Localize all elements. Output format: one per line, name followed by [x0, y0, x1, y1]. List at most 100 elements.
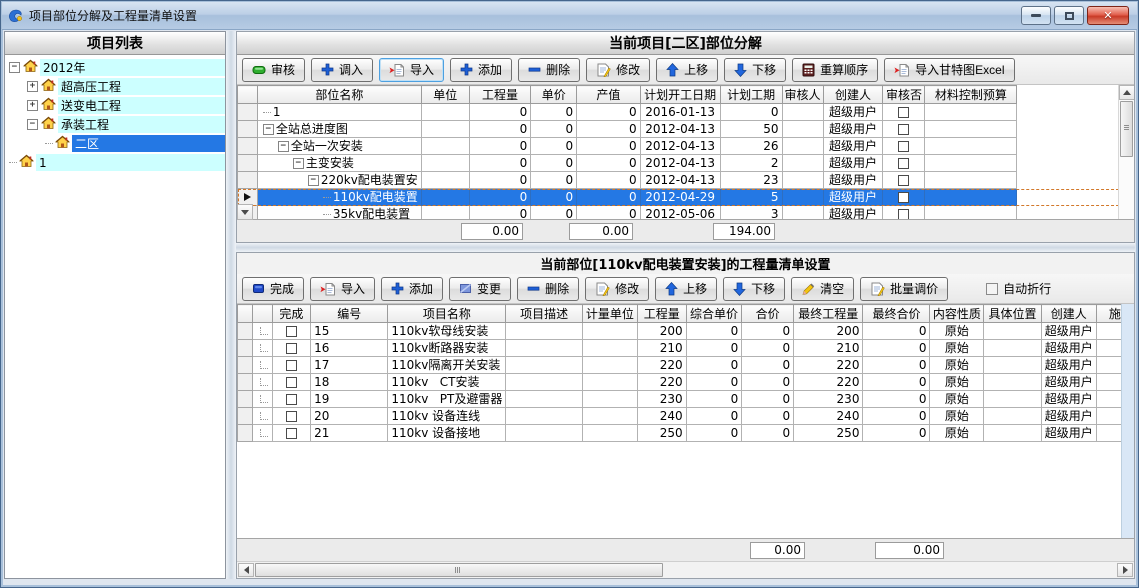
- cell-nature[interactable]: 原始: [930, 408, 984, 425]
- row-selector[interactable]: [238, 425, 253, 442]
- cell-audited[interactable]: [883, 172, 925, 189]
- cell-price[interactable]: 0: [531, 121, 577, 138]
- cell-part-name[interactable]: −主变安装: [257, 155, 421, 172]
- row-selector[interactable]: [238, 323, 253, 340]
- row-selector[interactable]: [238, 357, 253, 374]
- audit-checkbox[interactable]: [898, 124, 909, 135]
- cell-output[interactable]: 0: [577, 189, 641, 206]
- import-button[interactable]: 导入: [379, 58, 444, 82]
- cell-creator[interactable]: 超级用户: [823, 138, 883, 155]
- cell-nature[interactable]: 原始: [930, 323, 984, 340]
- cell-qty[interactable]: 220: [637, 374, 686, 391]
- cell-no[interactable]: 18: [311, 374, 388, 391]
- cell-done[interactable]: [272, 323, 311, 340]
- cell-price[interactable]: 0: [531, 155, 577, 172]
- cell-output[interactable]: 0: [577, 121, 641, 138]
- cell-part-name[interactable]: −220kv配电装置安: [257, 172, 421, 189]
- autowrap-checkbox[interactable]: [986, 283, 998, 295]
- audit-checkbox[interactable]: [898, 192, 909, 203]
- cell-creator[interactable]: 超级用户: [823, 206, 883, 220]
- table-row[interactable]: 16110kv断路器安装210002100原始超级用户: [238, 340, 1134, 357]
- cell-material-budget[interactable]: [925, 121, 1017, 138]
- cell-done[interactable]: [272, 374, 311, 391]
- table-row[interactable]: 18110kv CT安装220002200原始超级用户: [238, 374, 1134, 391]
- scroll-up-button[interactable]: [1119, 85, 1134, 100]
- expand-toggle[interactable]: −: [293, 158, 304, 169]
- cell-qty[interactable]: 200: [637, 323, 686, 340]
- tree-item-送变电工程[interactable]: +送变电工程: [5, 96, 225, 115]
- cell-duration[interactable]: 23: [720, 172, 782, 189]
- audit-button[interactable]: 审核: [242, 58, 305, 82]
- tree-item-1[interactable]: 1: [5, 153, 225, 172]
- cell-start-date[interactable]: 2016-01-13: [640, 104, 720, 121]
- cell-duration[interactable]: 26: [720, 138, 782, 155]
- cell-done[interactable]: [272, 425, 311, 442]
- cell-unit-price[interactable]: 0: [686, 357, 742, 374]
- cell-creator[interactable]: 超级用户: [1041, 357, 1096, 374]
- cell-no[interactable]: 17: [311, 357, 388, 374]
- cell-unit[interactable]: [421, 189, 469, 206]
- cell-qty[interactable]: 0: [469, 138, 531, 155]
- cell-unit[interactable]: [421, 172, 469, 189]
- cell-total[interactable]: 0: [742, 340, 794, 357]
- cell-project-name[interactable]: 110kv 设备接地: [388, 425, 506, 442]
- cell-qty[interactable]: 210: [637, 340, 686, 357]
- cell-unit[interactable]: [583, 357, 638, 374]
- cell-auditor[interactable]: [782, 189, 823, 206]
- cell-total[interactable]: 0: [742, 357, 794, 374]
- table-row[interactable]: 35kv配电装置0002012-05-063超级用户: [238, 206, 1134, 220]
- cell-unit[interactable]: [583, 340, 638, 357]
- cell-total[interactable]: 0: [742, 374, 794, 391]
- cell-location[interactable]: [984, 374, 1041, 391]
- cell-duration[interactable]: 3: [720, 206, 782, 220]
- expand-toggle[interactable]: −: [9, 62, 20, 73]
- scroll-left-button[interactable]: [238, 563, 254, 577]
- cell-audited[interactable]: [883, 104, 925, 121]
- scroll-right-button[interactable]: [1117, 563, 1133, 577]
- cell-nature[interactable]: 原始: [930, 374, 984, 391]
- table-row[interactable]: −全站一次安装0002012-04-1326超级用户: [238, 138, 1134, 155]
- modify-button[interactable]: 修改: [586, 58, 650, 82]
- cell-part-name[interactable]: 1: [257, 104, 421, 121]
- table-row[interactable]: 15110kv软母线安装200002000原始超级用户: [238, 323, 1134, 340]
- cell-part-name[interactable]: −全站一次安装: [257, 138, 421, 155]
- cell-output[interactable]: 0: [577, 206, 641, 220]
- cell-creator[interactable]: 超级用户: [1041, 408, 1096, 425]
- cell-final-qty[interactable]: 210: [794, 340, 863, 357]
- cell-qty[interactable]: 0: [469, 189, 531, 206]
- cell-qty[interactable]: 220: [637, 357, 686, 374]
- cell-start-date[interactable]: 2012-04-13: [640, 121, 720, 138]
- maximize-button[interactable]: [1054, 6, 1084, 25]
- cell-total[interactable]: 0: [742, 323, 794, 340]
- cell-final-qty[interactable]: 220: [794, 357, 863, 374]
- tree-item-承装工程[interactable]: −承装工程: [5, 115, 225, 134]
- cell-final-total[interactable]: 0: [863, 323, 930, 340]
- move-up-button[interactable]: 上移: [655, 277, 717, 301]
- cell-qty[interactable]: 230: [637, 391, 686, 408]
- cell-audited[interactable]: [883, 121, 925, 138]
- finish-button[interactable]: 完成: [242, 277, 304, 301]
- cell-location[interactable]: [984, 357, 1041, 374]
- cell-audited[interactable]: [883, 138, 925, 155]
- cell-creator[interactable]: 超级用户: [823, 189, 883, 206]
- cell-description[interactable]: [506, 340, 583, 357]
- row-selector[interactable]: [238, 155, 258, 172]
- cell-unit[interactable]: [583, 408, 638, 425]
- expand-toggle[interactable]: −: [308, 175, 319, 186]
- cell-location[interactable]: [984, 408, 1041, 425]
- cell-auditor[interactable]: [782, 172, 823, 189]
- cell-final-qty[interactable]: 200: [794, 323, 863, 340]
- cell-total[interactable]: 0: [742, 408, 794, 425]
- expand-toggle[interactable]: −: [263, 124, 274, 135]
- cell-price[interactable]: 0: [531, 189, 577, 206]
- cell-start-date[interactable]: 2012-04-13: [640, 155, 720, 172]
- table-row[interactable]: −主变安装0002012-04-132超级用户: [238, 155, 1134, 172]
- cell-no[interactable]: 21: [311, 425, 388, 442]
- cell-description[interactable]: [506, 425, 583, 442]
- row-selector[interactable]: [238, 408, 253, 425]
- hscroll-thumb[interactable]: [255, 563, 663, 577]
- cell-material-budget[interactable]: [925, 104, 1017, 121]
- cell-creator[interactable]: 超级用户: [1041, 323, 1096, 340]
- cell-creator[interactable]: 超级用户: [823, 121, 883, 138]
- done-checkbox[interactable]: [286, 411, 297, 422]
